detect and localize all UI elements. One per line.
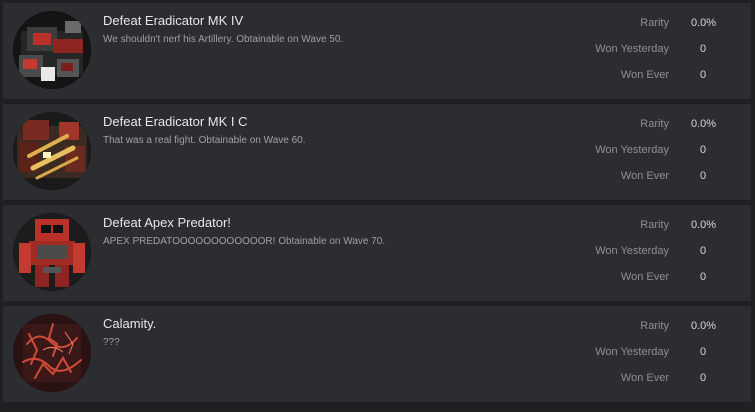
badge-title: Defeat Eradicator MK IV: [103, 13, 244, 28]
won-yesterday-label: Won Yesterday: [595, 346, 669, 358]
rarity-label: Rarity: [640, 118, 669, 130]
won-yesterday-value: 0: [699, 346, 707, 358]
won-ever-value: 0: [699, 271, 707, 283]
calamity-badge-icon[interactable]: [13, 314, 91, 392]
badge-card[interactable]: Defeat Eradicator MK IV We shouldn't ner…: [3, 3, 751, 99]
eradicator-mk1c-badge-icon[interactable]: [13, 112, 91, 190]
rarity-label: Rarity: [640, 17, 669, 29]
rarity-label: Rarity: [640, 219, 669, 231]
badge-title: Calamity.: [103, 316, 157, 331]
badge-card[interactable]: Defeat Eradicator MK I C That was a real…: [3, 104, 751, 200]
badge-description: ???: [103, 337, 120, 348]
badge-card[interactable]: Calamity. ??? Rarity 0.0% Won Yesterday …: [3, 306, 751, 402]
apex-predator-badge-icon[interactable]: [13, 213, 91, 291]
won-yesterday-label: Won Yesterday: [595, 144, 669, 156]
won-ever-label: Won Ever: [620, 271, 669, 283]
badge-description: That was a real fight. Obtainable on Wav…: [103, 135, 306, 146]
won-yesterday-label: Won Yesterday: [595, 245, 669, 257]
badge-description: APEX PREDATOOOOOOOOOOOOR! Obtainable on …: [103, 236, 386, 247]
badge-title: Defeat Apex Predator!: [103, 215, 231, 230]
rarity-value: 0.0%: [691, 118, 717, 130]
won-yesterday-label: Won Yesterday: [595, 43, 669, 55]
eradicator-mk4-badge-icon[interactable]: [13, 11, 91, 89]
won-yesterday-value: 0: [699, 245, 707, 257]
badge-title: Defeat Eradicator MK I C: [103, 114, 248, 129]
won-ever-value: 0: [699, 69, 707, 81]
won-ever-value: 0: [699, 372, 707, 384]
won-ever-label: Won Ever: [620, 170, 669, 182]
badge-card[interactable]: Defeat Apex Predator! APEX PREDATOOOOOOO…: [3, 205, 751, 301]
won-ever-value: 0: [699, 170, 707, 182]
rarity-label: Rarity: [640, 320, 669, 332]
won-yesterday-value: 0: [699, 43, 707, 55]
won-ever-label: Won Ever: [620, 69, 669, 81]
rarity-value: 0.0%: [691, 320, 717, 332]
won-ever-label: Won Ever: [620, 372, 669, 384]
rarity-value: 0.0%: [691, 17, 717, 29]
won-yesterday-value: 0: [699, 144, 707, 156]
badge-list: Defeat Eradicator MK IV We shouldn't ner…: [0, 0, 755, 412]
rarity-value: 0.0%: [691, 219, 717, 231]
badge-description: We shouldn't nerf his Artillery. Obtaina…: [103, 34, 344, 45]
